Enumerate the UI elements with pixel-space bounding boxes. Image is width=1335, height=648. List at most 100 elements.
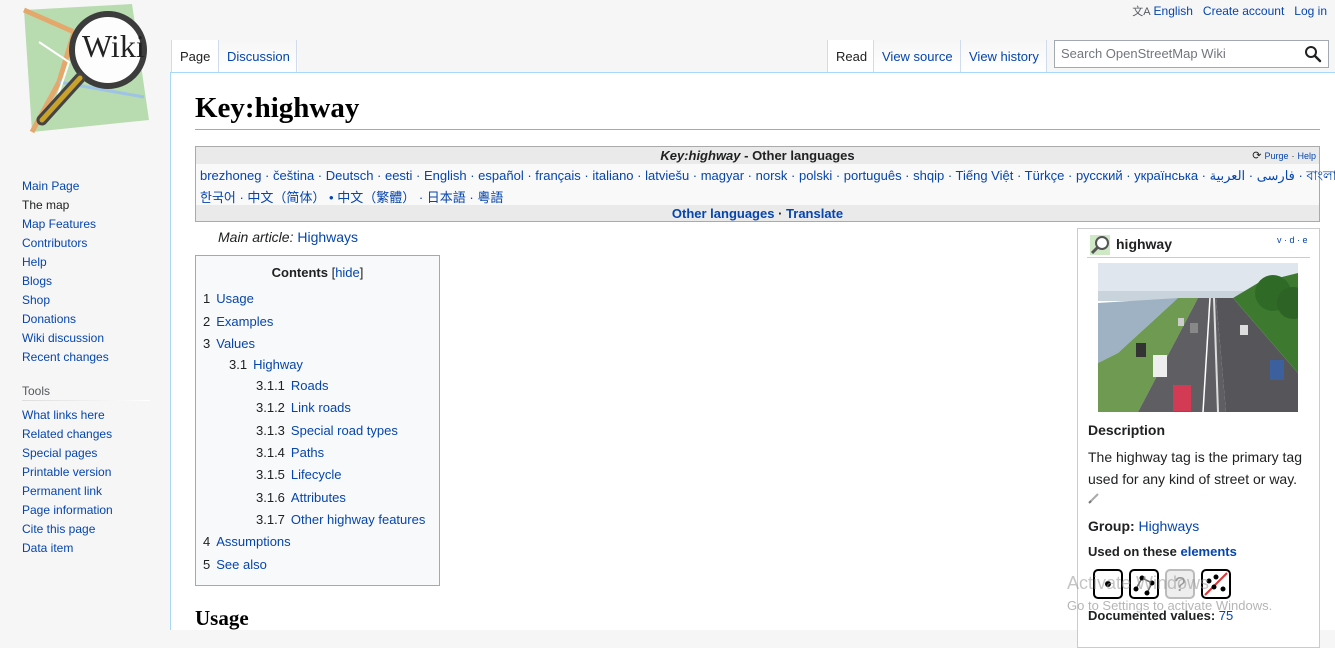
language-selector[interactable]: 文A English (1132, 3, 1193, 19)
other-languages-link[interactable]: Other languages (672, 206, 775, 221)
toc-item-label[interactable]: Link roads (291, 400, 351, 415)
title-divider (195, 129, 1320, 130)
infobox-vde-links[interactable]: v · d · e (1277, 235, 1308, 245)
toc-item[interactable]: 5 See also (203, 557, 267, 572)
usage-heading: Usage (195, 606, 249, 630)
toc-hide-link[interactable]: hide (335, 265, 360, 280)
toc-item-label[interactable]: Values (216, 336, 255, 351)
toc-item[interactable]: 3.1.2 Link roads (256, 400, 351, 415)
languages-list-row-1[interactable]: brezhoneg · čeština · Deutsch · eesti · … (200, 167, 1335, 188)
description-label: Description (1088, 422, 1166, 438)
tab-view-history-label: View history (969, 49, 1039, 64)
tab-page[interactable]: Page (171, 40, 219, 72)
translate-icon: 文A (1132, 6, 1151, 18)
tab-read[interactable]: Read (827, 40, 876, 72)
toc-title: Contents [hide] (271, 265, 364, 280)
osm-wiki-logo-icon (22, 4, 149, 134)
pencil-icon[interactable] (1088, 492, 1100, 504)
sidebar-item-wiki-discussion[interactable]: Wiki discussion (22, 331, 104, 345)
tab-divider (1046, 40, 1047, 72)
toc-heading: Contents (271, 265, 328, 280)
sidebar-item-blogs[interactable]: Blogs (22, 274, 52, 288)
sidebar-item-contributors[interactable]: Contributors (22, 236, 87, 250)
windows-watermark-subtitle: Go to Settings to activate Windows. (1067, 598, 1273, 613)
separator: · (778, 206, 787, 221)
description-text: The highway tag is the primary tag used … (1088, 449, 1302, 487)
sidebar-item-shop[interactable]: Shop (22, 293, 50, 307)
toc-item[interactable]: 4 Assumptions (203, 534, 291, 549)
toc-item-label[interactable]: Roads (291, 378, 329, 393)
used-on-label: Used on these (1088, 544, 1177, 559)
refresh-icon: ⟳ (1252, 150, 1262, 162)
sidebar-item-the-map[interactable]: The map (22, 198, 69, 212)
toc-item[interactable]: 3.1.1 Roads (256, 378, 329, 393)
main-article-link[interactable]: Highways (297, 229, 358, 245)
toc-item-label[interactable]: Examples (216, 314, 273, 329)
sidebar-item-special-pages[interactable]: Special pages (22, 446, 97, 460)
toc-item[interactable]: 3.1 Highway (229, 357, 303, 372)
vde-link[interactable]: v · d · e (1277, 235, 1308, 245)
languages-tools: ⟳ Purge · Help (1252, 149, 1316, 162)
toc-item-label[interactable]: Special road types (291, 423, 398, 438)
infobox-divider (1087, 257, 1310, 258)
toc-item[interactable]: 3 Values (203, 336, 255, 351)
main-article-hatnote: Main article: Highways (218, 229, 358, 245)
toc-item-label[interactable]: Attributes (291, 490, 346, 505)
sidebar-item-main-page[interactable]: Main Page (22, 179, 79, 193)
languages-list-text[interactable]: brezhoneg · čeština · Deutsch · eesti · … (200, 168, 1335, 183)
login-link[interactable]: Log in (1294, 4, 1327, 18)
toc-item[interactable]: 3.1.4 Paths (256, 445, 324, 460)
sidebar-item-donations[interactable]: Donations (22, 312, 76, 326)
sidebar-item-permanent-link[interactable]: Permanent link (22, 484, 102, 498)
toc-item[interactable]: 2 Examples (203, 314, 273, 329)
toc-item-label[interactable]: Highway (253, 357, 303, 372)
windows-watermark-title: Activate Windows (1067, 573, 1210, 593)
toc-item[interactable]: 3.1.6 Attributes (256, 490, 346, 505)
group-row: Group: Highways (1088, 518, 1199, 534)
purge-link[interactable]: Purge (1264, 151, 1288, 161)
toc-item-label[interactable]: Other highway features (291, 512, 425, 527)
languages-title-key: Key:highway (660, 148, 741, 163)
tab-view-source[interactable]: View source (873, 40, 961, 72)
sidebar-item-related-changes[interactable]: Related changes (22, 427, 112, 441)
group-link[interactable]: Highways (1139, 518, 1200, 534)
search-placeholder: Search OpenStreetMap Wiki (1061, 46, 1226, 61)
translate-link[interactable]: Translate (786, 206, 843, 221)
toc-item-label[interactable]: Usage (216, 291, 254, 306)
sidebar-item-printable-version[interactable]: Printable version (22, 465, 111, 479)
magnifier-tag-icon (1090, 235, 1110, 255)
toc-item-label[interactable]: Assumptions (216, 534, 290, 549)
languages-title-rest: - Other languages (740, 148, 855, 163)
toc-item[interactable]: 3.1.5 Lifecycle (256, 467, 342, 482)
sidebar-item-cite-this-page[interactable]: Cite this page (22, 522, 95, 536)
sidebar-tools-heading: Tools (22, 384, 51, 398)
search-icon[interactable] (1304, 45, 1322, 63)
languages-list-row-2[interactable]: 한국어 · 中文（简体） • 中文（繁體） · 日本語 · 粵語 (200, 187, 503, 206)
sidebar-item-recent-changes[interactable]: Recent changes (22, 350, 109, 364)
sidebar-item-help[interactable]: Help (22, 255, 47, 269)
search-input[interactable]: Search OpenStreetMap Wiki (1054, 40, 1329, 68)
toc-item-label[interactable]: See also (216, 557, 267, 572)
languages-list-text[interactable]: 한국어 · 中文（简体） • 中文（繁體） · 日本語 · 粵語 (200, 190, 503, 205)
infobox-title: highway (1116, 236, 1173, 252)
wiki-logo[interactable]: Wiki (14, 2, 154, 137)
separator: · (1291, 150, 1295, 161)
tab-view-history[interactable]: View history (960, 40, 1047, 72)
tab-discussion[interactable]: Discussion (218, 40, 298, 72)
sidebar-item-data-item[interactable]: Data item (22, 541, 73, 555)
toc-item[interactable]: 3.1.7 Other highway features (256, 512, 425, 527)
toc-item[interactable]: 3.1.3 Special road types (256, 423, 398, 438)
languages-title: Key:highway - Other languages (196, 148, 1319, 163)
create-account-link[interactable]: Create account (1203, 4, 1284, 18)
elements-link[interactable]: elements (1180, 544, 1236, 559)
help-link[interactable]: Help (1297, 151, 1316, 161)
toc-item-label[interactable]: Paths (291, 445, 324, 460)
toc-item[interactable]: 1 Usage (203, 291, 254, 306)
toc-item-label[interactable]: Lifecycle (291, 467, 342, 482)
sidebar-item-map-features[interactable]: Map Features (22, 217, 96, 231)
sidebar-item-page-information[interactable]: Page information (22, 503, 113, 517)
used-on-row: Used on these elements (1088, 544, 1237, 559)
highway-photo[interactable] (1098, 263, 1298, 412)
sidebar-item-what-links-here[interactable]: What links here (22, 408, 105, 422)
language-link[interactable]: English (1154, 4, 1193, 18)
